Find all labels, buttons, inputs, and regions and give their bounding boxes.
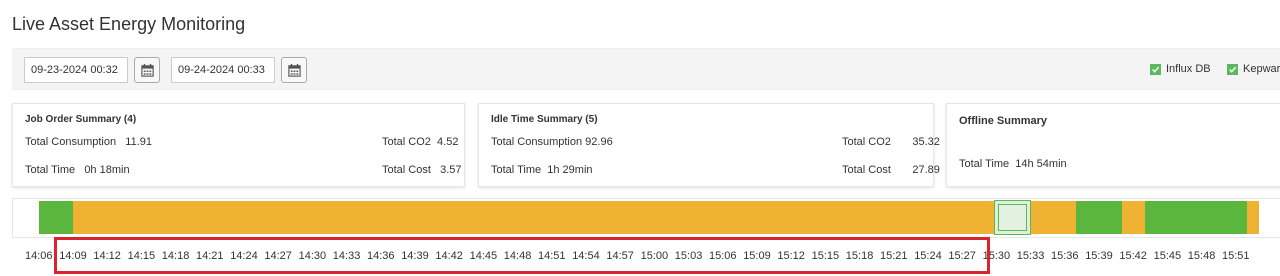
timeline-selection-marker [997,204,1027,231]
calendar-icon [287,63,301,77]
idle-time-summary-title: Idle Time Summary (5) [491,114,598,125]
timeline-segment-active[interactable] [39,201,74,234]
timeline-segment-selected[interactable] [993,200,1031,235]
timeline-tick-label: 14:06 [25,250,53,262]
idle-total-consumption: Total Consumption 92.96 [491,136,613,148]
offline-summary-title: Offline Summary [959,115,1048,127]
influx-db-checkbox[interactable]: Influx DB [1150,63,1211,75]
job-order-total-consumption: Total Consumption 11.91 [25,136,152,148]
idle-total-co2: Total CO2 35.32 [842,136,940,148]
timeline-tick-label: 15:39 [1085,250,1113,262]
idle-total-cost: Total Cost 27.89 [842,164,940,176]
timeline-tick-label: 15:42 [1119,250,1147,262]
timeline-tick-label: 15:45 [1153,250,1182,262]
job-order-summary-title: Job Order Summary (4) [25,114,137,125]
end-date-calendar-button[interactable] [281,57,307,83]
filter-bar: 09-23-2024 00:32 09-24-2024 00:33 Influx… [12,48,1280,90]
end-date-input[interactable]: 09-24-2024 00:33 [171,57,275,83]
timeline-segment-active[interactable] [1076,201,1122,234]
offline-total-time: Total Time 14h 54min [959,158,1067,170]
job-order-total-cost: Total Cost 3.57 [382,164,462,176]
timeline-tick-label: 15:51 [1222,250,1250,262]
timeline-segment-idle[interactable] [1122,201,1145,234]
timeline-tick-label: 15:48 [1187,250,1216,262]
job-order-total-co2: Total CO2 4.52 [382,136,459,148]
job-order-total-time: Total Time 0h 18min [25,164,130,176]
start-date-input[interactable]: 09-23-2024 00:32 [24,57,128,83]
timeline-segment-active[interactable] [1144,201,1248,234]
idle-total-time: Total Time 1h 29min [491,164,593,176]
timeline-tick-label: 15:33 [1016,250,1045,262]
influx-db-label: Influx DB [1166,63,1211,75]
idle-time-summary-card: Idle Time Summary (5) Total Consumption … [478,103,940,187]
page-title: Live Asset Energy Monitoring [12,14,246,34]
highlight-annotation [54,237,990,274]
timeline-tick-label: 15:36 [1051,250,1079,262]
start-date-calendar-button[interactable] [134,57,160,83]
timeline-segment-idle[interactable] [1247,201,1259,234]
checkbox-checked-icon [1150,63,1161,75]
timeline-segment-idle[interactable] [1030,201,1077,234]
offline-summary-card: Offline Summary Total Time 14h 54min [946,103,1280,187]
kepware-label: Kepware [1243,63,1280,75]
checkbox-checked-icon [1227,63,1238,75]
calendar-icon [140,63,154,77]
timeline-segment-idle[interactable] [73,201,997,234]
job-order-summary-card: Job Order Summary (4) Total Consumption … [12,103,465,187]
kepware-checkbox[interactable]: Kepware [1227,63,1280,75]
energy-state-timeline [12,198,1280,238]
